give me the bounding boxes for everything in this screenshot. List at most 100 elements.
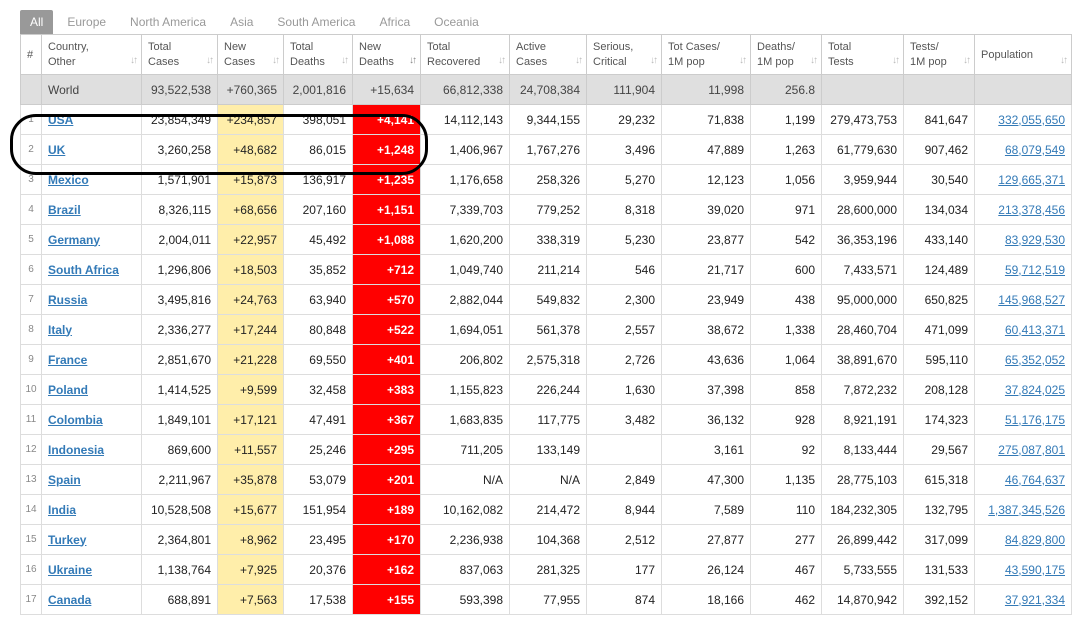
sort-arrows-icon[interactable]: ↓↑ [130,53,138,68]
country-link[interactable]: France [48,353,87,367]
cell-total-recovered: 593,398 [420,584,510,615]
cell-total-tests: 28,775,103 [821,464,904,495]
row-rank: 13 [20,464,42,495]
population-link[interactable]: 332,055,650 [998,113,1065,127]
sort-arrows-icon[interactable]: ↓↑ [498,53,506,68]
cell-new-cases: +18,503 [217,254,284,285]
header-active-cases[interactable]: Active Cases ↓↑ [509,34,587,75]
tab-africa[interactable]: Africa [369,10,420,34]
header-tests-per-1m[interactable]: Tests/1M pop ↓↑ [903,34,975,75]
population-link[interactable]: 84,829,800 [1005,533,1065,547]
country-link[interactable]: Spain [48,473,81,487]
country-link[interactable]: Russia [48,293,87,307]
country-link[interactable]: Canada [48,593,91,607]
tab-oceania[interactable]: Oceania [424,10,489,34]
cell-population: 59,712,519 [974,254,1072,285]
cell-population: 37,824,025 [974,374,1072,405]
population-link[interactable]: 129,665,371 [998,173,1065,187]
population-link[interactable]: 145,968,527 [998,293,1065,307]
cell-population: 1,387,345,526 [974,494,1072,525]
population-link[interactable]: 275,087,801 [998,443,1065,457]
population-link[interactable]: 59,712,519 [1005,263,1065,277]
header-total-tests[interactable]: Total Tests ↓↑ [821,34,904,75]
header-country[interactable]: Country, Other ↓↑ [41,34,142,75]
country-link[interactable]: Germany [48,233,100,247]
world-rank [20,74,42,105]
cell-deaths-per-m: 462 [750,584,822,615]
population-link[interactable]: 46,764,637 [1005,473,1065,487]
header-new-deaths[interactable]: New Deaths ↓↑ [352,34,421,75]
country-link[interactable]: Indonesia [48,443,104,457]
tab-asia[interactable]: Asia [220,10,263,34]
tab-north-america[interactable]: North America [120,10,216,34]
cell-total-tests: 28,460,704 [821,314,904,345]
country-link[interactable]: Ukraine [48,563,92,577]
header-rank[interactable]: # [20,34,42,75]
header-cases-per-1m[interactable]: Tot Cases/1M pop ↓↑ [661,34,751,75]
cell-total-tests: 3,959,944 [821,164,904,195]
population-link[interactable]: 43,590,175 [1005,563,1065,577]
cell-new-cases: +15,873 [217,164,284,195]
cell-serious: 2,726 [586,344,662,375]
population-link[interactable]: 68,079,549 [1005,143,1065,157]
population-link[interactable]: 60,413,371 [1005,323,1065,337]
population-link[interactable]: 83,929,530 [1005,233,1065,247]
cell-tests-per-m: 392,152 [903,584,975,615]
tab-south-america[interactable]: South America [267,10,365,34]
tab-europe[interactable]: Europe [57,10,116,34]
country-link[interactable]: Mexico [48,173,89,187]
population-link[interactable]: 65,352,052 [1005,353,1065,367]
cell-active-cases: 117,775 [509,404,587,435]
country-link[interactable]: Italy [48,323,72,337]
country-link[interactable]: Turkey [48,533,86,547]
header-total-deaths[interactable]: Total Deaths ↓↑ [283,34,353,75]
cell-total-recovered: 1,155,823 [420,374,510,405]
sort-arrows-icon[interactable]: ↓↑ [206,53,214,68]
cell-total-recovered: 1,620,200 [420,224,510,255]
population-link[interactable]: 37,824,025 [1005,383,1065,397]
header-deaths-per-1m[interactable]: Deaths/1M pop ↓↑ [750,34,822,75]
cell-population: 83,929,530 [974,224,1072,255]
country-link[interactable]: USA [48,113,73,127]
cell-population: 37,921,334 [974,584,1072,615]
table-row: 5 Germany 2,004,011 +22,957 45,492 +1,088 1,62… [20,224,1072,255]
header-new-cases[interactable]: New Cases ↓↑ [217,34,284,75]
header-population[interactable]: Population ↓↑ [974,34,1072,75]
sort-arrows-icon[interactable]: ↓↑ [650,53,658,68]
population-link[interactable]: 37,921,334 [1005,593,1065,607]
country-link[interactable]: India [48,503,76,517]
header-label-line2: Cases [224,56,256,68]
header-total-cases[interactable]: Total Cases ↓↑ [141,34,218,75]
population-link[interactable]: 1,387,345,526 [988,503,1065,517]
tab-all[interactable]: All [20,10,54,34]
cell-total-deaths: 20,376 [283,554,353,585]
country-link[interactable]: South Africa [48,263,119,277]
cell-tests-per-m: 30,540 [903,164,975,195]
cell-new-cases: +7,925 [217,554,284,585]
sort-arrows-icon[interactable]: ↓↑ [409,53,417,68]
sort-arrows-icon[interactable]: ↓↑ [341,53,349,68]
country-link[interactable]: Brazil [48,203,81,217]
sort-arrows-icon[interactable]: ↓↑ [272,53,280,68]
cell-tests-per-m: 615,318 [903,464,975,495]
sort-arrows-icon[interactable]: ↓↑ [1060,53,1068,68]
cell-total-recovered: 206,802 [420,344,510,375]
sort-arrows-icon[interactable]: ↓↑ [963,53,971,68]
country-link[interactable]: Poland [48,383,88,397]
header-serious-critical[interactable]: Serious, Critical ↓↑ [586,34,662,75]
cell-population: 332,055,650 [974,104,1072,135]
sort-arrows-icon[interactable]: ↓↑ [810,53,818,68]
cell-active-cases: 561,378 [509,314,587,345]
sort-arrows-icon[interactable]: ↓↑ [575,53,583,68]
country-link[interactable]: UK [48,143,65,157]
sort-arrows-icon[interactable]: ↓↑ [892,53,900,68]
header-total-recovered[interactable]: Total Recovered ↓↑ [420,34,510,75]
country-link[interactable]: Colombia [48,413,103,427]
population-link[interactable]: 51,176,175 [1005,413,1065,427]
cell-cases-per-m: 7,589 [661,494,751,525]
world-population [974,74,1072,105]
cell-new-cases: +24,763 [217,284,284,315]
sort-arrows-icon[interactable]: ↓↑ [739,53,747,68]
population-link[interactable]: 213,378,456 [998,203,1065,217]
cell-new-cases: +35,878 [217,464,284,495]
